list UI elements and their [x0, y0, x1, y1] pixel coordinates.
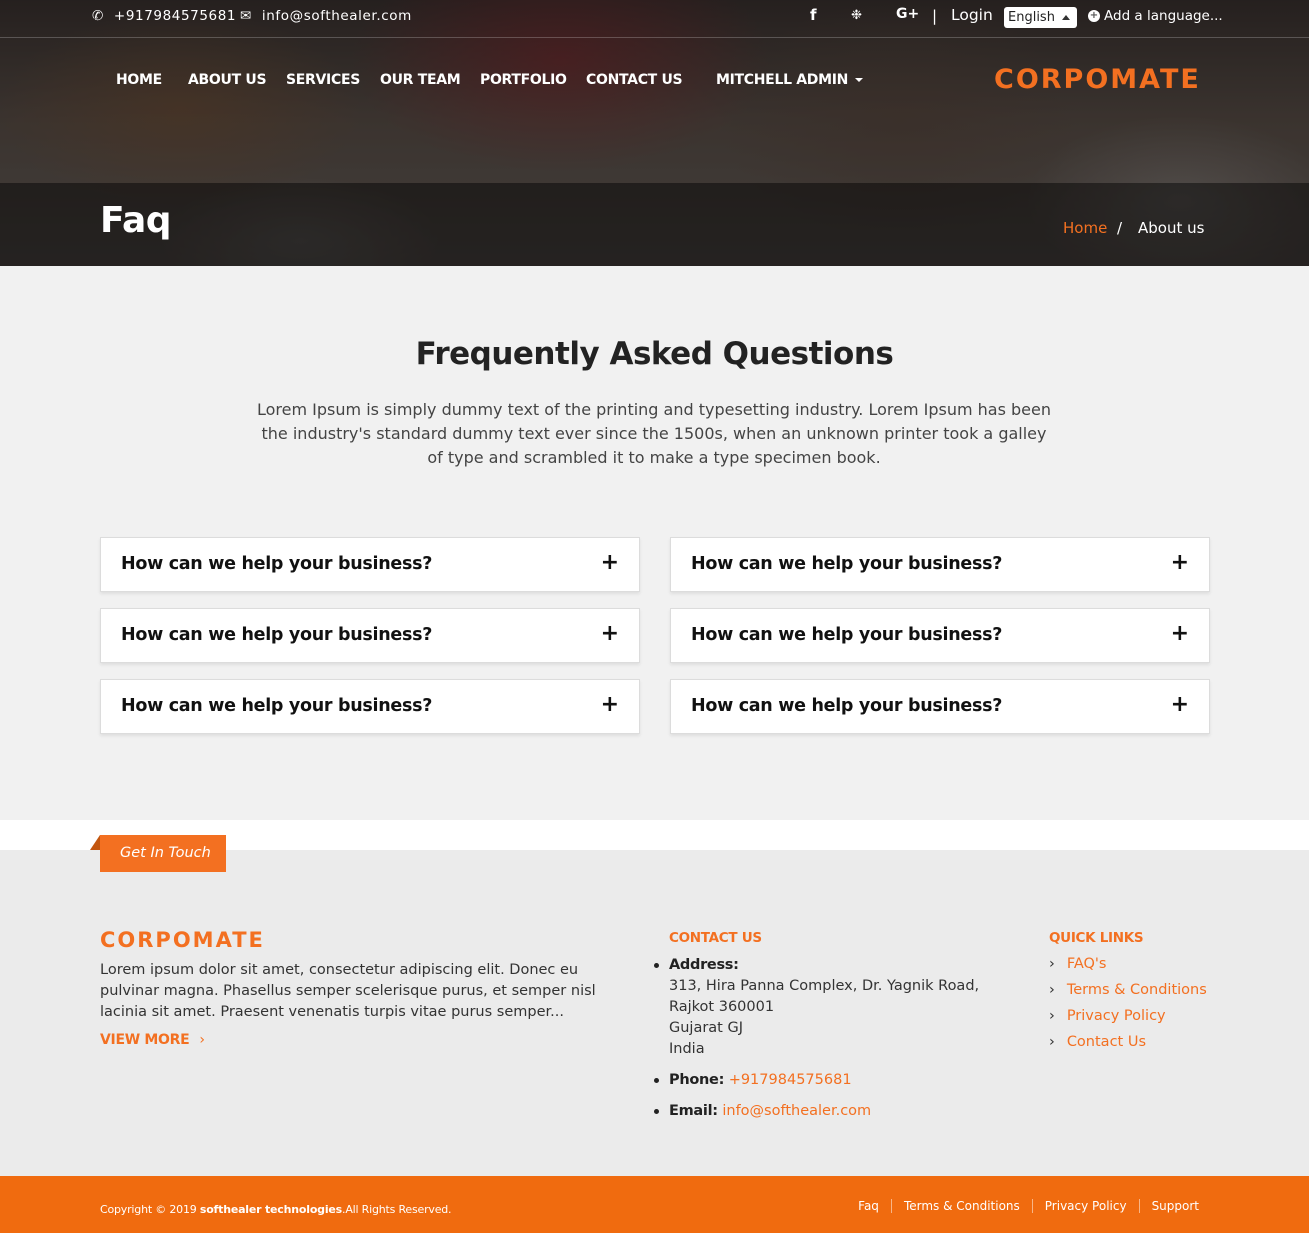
faq-question: How can we help your business? [691, 625, 1003, 645]
site-logo[interactable]: CORPOMATE [994, 64, 1201, 95]
copyright-prefix: Copyright © 2019 [100, 1203, 197, 1216]
address-label: Address: [669, 957, 739, 973]
bullet [654, 963, 659, 968]
plus-icon[interactable]: + [1171, 692, 1189, 717]
view-more-label: VIEW MORE [100, 1032, 190, 1048]
phone-icon: ✆ [92, 8, 104, 24]
faq-question: How can we help your business? [121, 696, 433, 716]
address-line: Gujarat GJ [669, 1020, 743, 1036]
phone-label: Phone: [669, 1072, 725, 1088]
topbar-phone[interactable]: ✆ +917984575681 [92, 8, 236, 24]
copyright-text: Copyright © 2019 softhealer technologies… [100, 1203, 452, 1216]
faq-intro: Lorem Ipsum is simply dummy text of the … [257, 400, 1051, 467]
language-select[interactable]: English [1004, 7, 1077, 28]
add-language-link[interactable]: + Add a language... [1088, 8, 1223, 24]
quick-link-label: FAQ's [1066, 956, 1107, 972]
topbar-email-text: info@softhealer.com [261, 8, 412, 24]
topbar-phone-text: +917984575681 [113, 8, 237, 24]
envelope-icon: ✉ [240, 8, 252, 24]
address-line: 313, Hira Panna Complex, Dr. Yagnik Road… [669, 978, 980, 994]
nav-user-menu[interactable]: MITCHELL ADMIN [716, 72, 864, 88]
chevron-right-icon: › [1049, 1034, 1055, 1050]
tag-fold [90, 835, 100, 850]
quick-link-label: Privacy Policy [1066, 1008, 1166, 1024]
twitter-icon[interactable]: ❉ [851, 8, 862, 23]
quick-link-terms[interactable]: › Terms & Conditions [1049, 982, 1207, 998]
user-menu-label: MITCHELL ADMIN [716, 72, 849, 88]
footer-logo[interactable]: CORPOMATE [100, 928, 265, 952]
footer-about-text: Lorem ipsum dolor sit amet, consectetur … [100, 962, 596, 1020]
quick-link-label: Contact Us [1066, 1034, 1147, 1050]
caret-up-icon [1062, 15, 1070, 20]
faq-item[interactable]: How can we help your business? + [670, 679, 1210, 734]
language-selected: English [1008, 10, 1055, 25]
bottom-links: Faq Terms & Conditions Privacy Policy Su… [846, 1199, 1199, 1213]
nav-home[interactable]: HOME [116, 72, 162, 88]
quick-links-heading: QUICK LINKS [1049, 930, 1144, 946]
faq-item[interactable]: How can we help your business? + [100, 608, 640, 663]
nav-contact-us[interactable]: CONTACT US [586, 72, 683, 88]
address-line: India [669, 1041, 705, 1057]
topbar-separator: | [932, 7, 938, 25]
page-title: Faq [100, 200, 172, 241]
add-language-label: Add a language... [1104, 8, 1223, 24]
faq-item[interactable]: How can we help your business? + [670, 608, 1210, 663]
quick-link-contact[interactable]: › Contact Us [1049, 1034, 1146, 1050]
address-line: Rajkot 360001 [669, 999, 775, 1015]
faq-item[interactable]: How can we help your business? + [670, 537, 1210, 592]
contact-list: Address: 313, Hira Panna Complex, Dr. Ya… [654, 955, 980, 1122]
email-link[interactable]: info@softhealer.com [722, 1103, 871, 1119]
login-link[interactable]: Login [951, 6, 993, 24]
nav-portfolio[interactable]: PORTFOLIO [480, 72, 567, 88]
company-name: softhealer technologies [199, 1203, 343, 1216]
plus-icon[interactable]: + [1171, 621, 1189, 646]
faq-item[interactable]: How can we help your business? + [100, 537, 640, 592]
chevron-right-icon: › [1049, 956, 1055, 972]
bottom-link-faq[interactable]: Faq [846, 1199, 891, 1213]
facebook-icon[interactable]: f [810, 6, 817, 24]
google-plus-icon[interactable]: G+ [896, 6, 919, 22]
phone-link[interactable]: +917984575681 [729, 1072, 852, 1088]
nav-about-us[interactable]: ABOUT US [188, 72, 267, 88]
plus-icon[interactable]: + [1171, 550, 1189, 575]
chevron-right-icon: › [199, 1032, 205, 1048]
plus-circle-icon: + [1088, 10, 1100, 22]
email-label: Email: [669, 1103, 718, 1119]
quick-link-privacy[interactable]: › Privacy Policy [1049, 1008, 1166, 1024]
nav-our-team[interactable]: OUR TEAM [380, 72, 461, 88]
bullet [654, 1109, 659, 1114]
faq-question: How can we help your business? [691, 554, 1003, 574]
contact-email: Email: info@softhealer.com [654, 1101, 979, 1122]
topbar-email[interactable]: ✉ info@softhealer.com [240, 8, 412, 24]
caret-down-icon [855, 78, 864, 82]
bottom-link-terms[interactable]: Terms & Conditions [890, 1199, 1032, 1213]
contact-phone: Phone: +917984575681 [654, 1070, 979, 1091]
faq-question: How can we help your business? [691, 696, 1003, 716]
faq-heading: Frequently Asked Questions [415, 336, 894, 372]
chevron-right-icon: › [1049, 1008, 1055, 1024]
faq-question: How can we help your business? [121, 554, 433, 574]
breadcrumb-separator: / [1117, 219, 1123, 237]
bullet [654, 1078, 659, 1083]
faq-item[interactable]: How can we help your business? + [100, 679, 640, 734]
get-in-touch-tag: Get In Touch [100, 835, 226, 872]
nav-services[interactable]: SERVICES [286, 72, 360, 88]
faq-question: How can we help your business? [121, 625, 433, 645]
plus-icon[interactable]: + [601, 621, 619, 646]
contact-heading: CONTACT US [669, 930, 762, 946]
breadcrumb-home[interactable]: Home [1063, 219, 1107, 237]
bottom-link-privacy[interactable]: Privacy Policy [1031, 1199, 1139, 1213]
plus-icon[interactable]: + [601, 692, 619, 717]
chevron-right-icon: › [1049, 982, 1055, 998]
quick-link-faq[interactable]: › FAQ's [1049, 956, 1106, 972]
copyright-suffix: .All Rights Reserved. [342, 1203, 452, 1216]
contact-address: Address: 313, Hira Panna Complex, Dr. Ya… [654, 955, 980, 1060]
page-title-strip [0, 183, 1309, 266]
view-more-link[interactable]: VIEW MORE › [100, 1032, 205, 1048]
breadcrumb-current: About us [1138, 219, 1205, 237]
plus-icon[interactable]: + [601, 550, 619, 575]
bottom-link-support[interactable]: Support [1138, 1199, 1199, 1213]
quick-link-label: Terms & Conditions [1066, 982, 1207, 998]
